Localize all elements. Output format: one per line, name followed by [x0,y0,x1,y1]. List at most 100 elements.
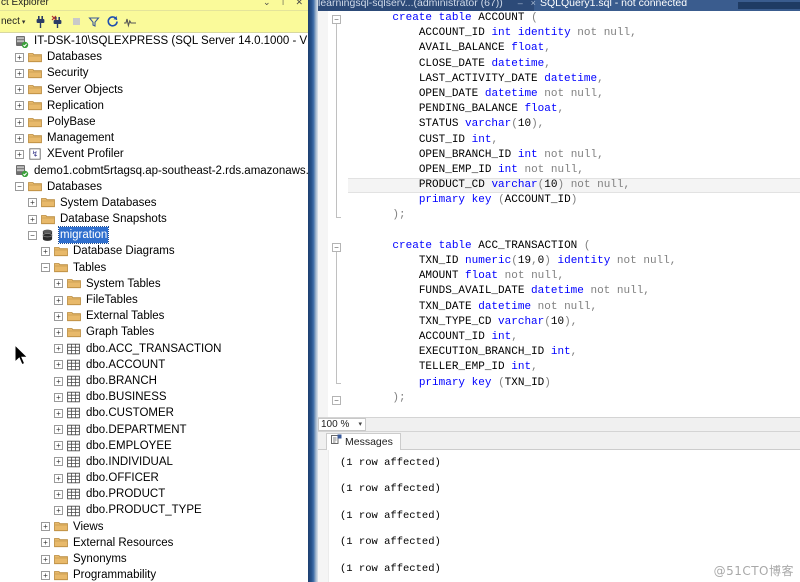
code-line[interactable]: PRODUCT_CD varchar(10) not null, [348,178,800,194]
tree-node-dbo-individual[interactable]: + dbo.INDIVIDUAL [0,454,308,470]
code-line[interactable]: AVAIL_BALANCE float, [348,41,800,56]
tree-node-migration[interactable]: − migration [0,226,308,245]
expand-icon[interactable]: + [54,473,63,483]
tree-node-databases[interactable]: + Databases [0,49,308,65]
fold-toggle-acc-transaction[interactable]: − [332,243,341,252]
expand-icon[interactable]: + [41,247,50,257]
tree-node-graph-tables[interactable]: + Graph Tables [0,324,308,340]
expand-icon[interactable]: + [28,198,37,208]
expand-icon[interactable]: + [54,506,63,516]
code-line[interactable]: CUST_ID int, [348,133,800,148]
code-line[interactable] [348,406,800,417]
pin-icon[interactable]: – [518,0,523,8]
code-line[interactable]: TXN_ID numeric(19,0) identity not null, [348,254,800,269]
tree-node-tables[interactable]: − Tables [0,260,308,276]
expand-icon[interactable]: + [15,117,24,127]
expand-icon[interactable]: + [15,133,24,143]
vertical-splitter[interactable] [308,0,318,582]
tree-node-database-diagrams[interactable]: + Database Diagrams [0,243,308,259]
close-icon[interactable]: ✕ [295,0,306,7]
expand-icon[interactable]: + [54,360,63,370]
tab-sqlquery1[interactable]: SQLQuery1.sql - not connected [540,0,687,11]
code-line[interactable]: LAST_ACTIVITY_DATE datetime, [348,72,800,87]
sql-editor[interactable]: − − − create table ACCOUNT ( ACCOUNT_ID … [318,11,800,417]
code-line[interactable]: create table ACC_TRANSACTION ( [348,239,800,254]
tree-node-synonyms[interactable]: + Synonyms [0,551,308,567]
expand-icon[interactable]: + [54,279,63,289]
expand-icon[interactable]: + [15,149,24,159]
refresh-icon[interactable] [103,13,121,31]
tree-node-system-tables[interactable]: + System Tables [0,276,308,292]
code-line[interactable]: OPEN_EMP_ID int not null, [348,163,800,178]
tree-node-dbo-customer[interactable]: + dbo.CUSTOMER [0,405,308,421]
code-line[interactable]: AMOUNT float not null, [348,269,800,284]
expand-icon[interactable]: + [15,52,24,62]
expand-icon[interactable]: + [54,457,63,467]
tree-node-dbo-product[interactable]: + dbo.PRODUCT [0,486,308,502]
expand-icon[interactable]: + [15,101,24,111]
expand-icon[interactable]: + [54,425,63,435]
expand-icon[interactable]: + [41,554,50,564]
tree-node-dbo-officer[interactable]: + dbo.OFFICER [0,470,308,486]
connect-button[interactable]: nect ▾ [0,16,25,27]
expand-icon[interactable]: + [41,570,50,580]
expand-icon[interactable]: + [15,68,24,78]
filter-icon[interactable] [85,13,103,31]
tree-node-it-dsk-10-sqlexpress-sql-server-14-0-1000-vet-yu[interactable]: IT-DSK-10\SQLEXPRESS (SQL Server 14.0.10… [0,33,308,49]
expand-icon[interactable]: + [54,295,63,305]
fold-toggle-branch[interactable]: − [332,396,341,405]
activity-monitor-icon[interactable] [121,13,139,31]
tree-node-dbo-branch[interactable]: + dbo.BRANCH [0,373,308,389]
zoom-level-select[interactable]: 100 % ▾ [318,418,366,431]
tree-node-external-resources[interactable]: + External Resources [0,535,308,551]
code-line[interactable]: EXECUTION_BRANCH_ID int, [348,345,800,360]
editor-code-area[interactable]: create table ACCOUNT ( ACCOUNT_ID int id… [348,11,800,417]
code-line[interactable]: TXN_TYPE_CD varchar(10), [348,315,800,330]
code-line[interactable]: TELLER_EMP_ID int, [348,360,800,375]
expand-icon[interactable]: + [54,311,63,321]
code-line[interactable]: ); [348,391,800,406]
expand-icon[interactable]: + [54,441,63,451]
tree-node-dbo-product-type[interactable]: + dbo.PRODUCT_TYPE [0,502,308,518]
tree-node-dbo-acc-transaction[interactable]: + dbo.ACC_TRANSACTION [0,341,308,357]
code-line[interactable]: TXN_DATE datetime not null, [348,300,800,315]
pin-icon[interactable]: ⊤ [279,0,290,7]
tree-node-server-objects[interactable]: + Server Objects [0,82,308,98]
horizontal-scrollbar[interactable] [366,418,800,431]
code-line[interactable] [348,224,800,239]
expand-icon[interactable]: + [41,522,50,532]
close-icon[interactable]: × [531,0,536,8]
expand-icon[interactable]: + [54,344,63,354]
object-explorer-tree[interactable]: IT-DSK-10\SQLEXPRESS (SQL Server 14.0.10… [0,33,308,582]
collapse-icon[interactable]: − [41,263,50,273]
tree-node-dbo-business[interactable]: + dbo.BUSINESS [0,389,308,405]
tree-node-polybase[interactable]: + PolyBase [0,114,308,130]
editor-fold-gutter[interactable]: − − − [328,11,348,417]
collapse-icon[interactable]: − [28,230,37,240]
code-line[interactable]: primary key (ACCOUNT_ID) [348,193,800,208]
tree-node-databases[interactable]: − Databases [0,179,308,195]
code-line[interactable]: CLOSE_DATE datetime, [348,57,800,72]
tree-node-views[interactable]: + Views [0,519,308,535]
expand-icon[interactable]: + [54,489,63,499]
dropdown-icon[interactable]: ⌄ [263,0,274,7]
fold-toggle-account[interactable]: − [332,15,341,24]
expand-icon[interactable]: + [28,214,37,224]
tree-node-management[interactable]: + Management [0,130,308,146]
code-line[interactable]: FUNDS_AVAIL_DATE datetime not null, [348,284,800,299]
expand-icon[interactable]: + [54,327,63,337]
code-line[interactable]: OPEN_DATE datetime not null, [348,87,800,102]
tree-node-programmability[interactable]: + Programmability [0,567,308,582]
expand-icon[interactable]: + [41,538,50,548]
tree-node-replication[interactable]: + Replication [0,98,308,114]
tree-node-external-tables[interactable]: + External Tables [0,308,308,324]
expand-icon[interactable]: + [54,408,63,418]
expand-icon[interactable]: + [54,376,63,386]
code-line[interactable]: ACCOUNT_ID int, [348,330,800,345]
code-line[interactable]: STATUS varchar(10), [348,117,800,132]
tree-node-filetables[interactable]: + FileTables [0,292,308,308]
disconnect-icon[interactable] [49,13,67,31]
code-line[interactable]: create table ACCOUNT ( [348,11,800,26]
tab-messages[interactable]: Messages [326,433,401,450]
code-line[interactable]: ACCOUNT_ID int identity not null, [348,26,800,41]
